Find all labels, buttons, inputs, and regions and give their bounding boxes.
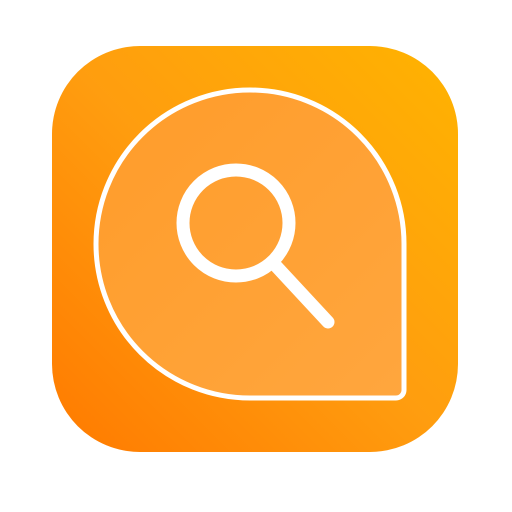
bubble-shape <box>93 87 407 401</box>
app-icon[interactable] <box>52 46 458 452</box>
canvas <box>0 0 512 512</box>
app-icon-graphic <box>52 46 458 452</box>
